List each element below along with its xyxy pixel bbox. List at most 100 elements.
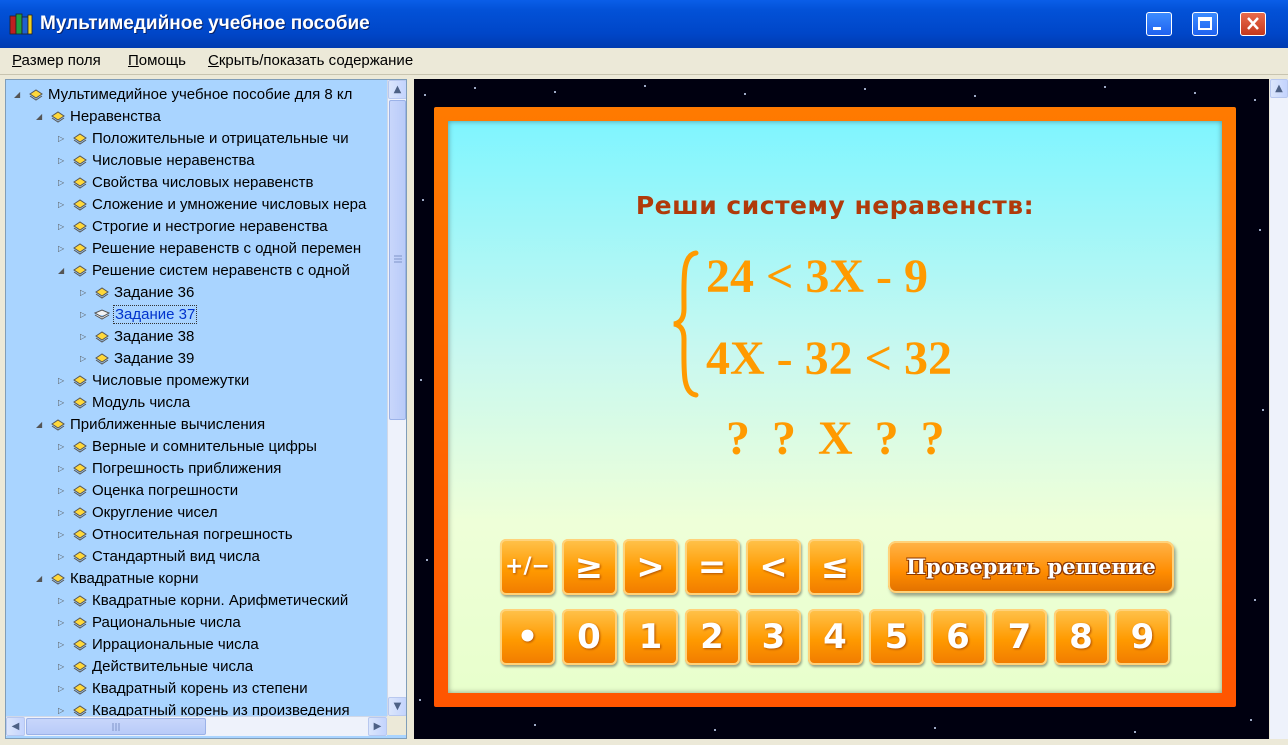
collapse-arrow-icon[interactable]: ◢ [14, 90, 23, 99]
book-icon [73, 529, 87, 541]
expand-arrow-icon[interactable]: ▷ [58, 618, 67, 627]
expand-arrow-icon[interactable]: ▷ [58, 706, 67, 715]
book-icon [73, 507, 87, 519]
digit-key-4[interactable]: 4 [807, 609, 863, 665]
menu-field-size[interactable]: Размер поля [12, 52, 101, 69]
collapse-arrow-icon[interactable]: ◢ [36, 112, 45, 121]
tree-item-label: Решение систем неравенств с одной [92, 262, 350, 279]
window-title: Мультимедийное учебное пособие [40, 13, 370, 34]
digit-key-7[interactable]: 7 [992, 609, 1047, 665]
star-decoration [554, 91, 556, 93]
expand-arrow-icon[interactable]: ▷ [58, 640, 67, 649]
less-or-equal-key[interactable]: ≤ [807, 539, 863, 595]
stage-vertical-scrollbar[interactable]: ▲ [1270, 79, 1288, 739]
task-prompt: Реши систему неравенств: [635, 191, 1035, 220]
expand-arrow-icon[interactable]: ▷ [58, 222, 67, 231]
book-icon [73, 595, 87, 607]
star-decoration [864, 88, 866, 90]
expand-arrow-icon[interactable]: ▷ [58, 200, 67, 209]
scroll-down-button[interactable]: ▼ [388, 697, 406, 716]
star-decoration [934, 727, 936, 729]
scroll-left-button[interactable]: ◀ [6, 717, 25, 736]
arrow-up-icon: ▲ [1275, 83, 1283, 94]
expand-arrow-icon[interactable]: ▷ [58, 244, 67, 253]
digit-key-9[interactable]: 9 [1115, 609, 1170, 665]
equals-key[interactable]: = [684, 539, 740, 595]
check-solution-button[interactable]: Проверить решение [888, 541, 1174, 593]
tree-item-label: Числовые неравенства [92, 152, 255, 169]
expand-arrow-icon[interactable]: ▷ [58, 178, 67, 187]
decimal-point-key[interactable]: • [500, 609, 555, 665]
close-button[interactable] [1240, 12, 1266, 36]
tree-item-label: Решение неравенств с одной перемен [92, 240, 362, 257]
star-decoration [1194, 92, 1196, 94]
expand-arrow-icon[interactable]: ▷ [80, 354, 89, 363]
minimize-button[interactable] [1146, 12, 1172, 36]
star-decoration [974, 95, 976, 97]
expand-arrow-icon[interactable]: ▷ [58, 684, 67, 693]
expand-arrow-icon[interactable]: ▷ [80, 310, 89, 319]
arrow-down-icon: ▼ [393, 701, 402, 712]
expand-arrow-icon[interactable]: ▷ [58, 376, 67, 385]
plus-minus-key[interactable]: +/− [500, 539, 555, 595]
book-icon [29, 89, 43, 101]
book-icon [73, 155, 87, 167]
collapse-arrow-icon[interactable]: ◢ [58, 266, 67, 275]
digit-key-0[interactable]: 0 [561, 609, 617, 665]
book-icon [73, 397, 87, 409]
expand-arrow-icon[interactable]: ▷ [58, 398, 67, 407]
tree-item-label: Стандартный вид числа [92, 548, 260, 565]
digit-key-5[interactable]: 5 [869, 609, 924, 665]
expand-arrow-icon[interactable]: ▷ [58, 508, 67, 517]
star-decoration [1259, 229, 1261, 231]
expand-arrow-icon[interactable]: ▷ [58, 552, 67, 561]
vertical-scroll-thumb[interactable] [389, 100, 406, 420]
digit-key-3[interactable]: 3 [746, 609, 801, 665]
stage-scroll-up-button[interactable]: ▲ [1270, 79, 1288, 98]
digit-key-1[interactable]: 1 [623, 609, 678, 665]
star-decoration [419, 699, 421, 701]
book-icon [73, 265, 87, 277]
expand-arrow-icon[interactable]: ▷ [58, 442, 67, 451]
scroll-right-button[interactable]: ▶ [368, 717, 387, 736]
arrow-up-icon: ▲ [393, 84, 402, 95]
less-than-key[interactable]: < [746, 539, 801, 595]
tree-item-label: Квадратные корни [70, 570, 199, 587]
tree-item-label: Квадратные корни. Арифметический [92, 592, 349, 609]
expand-arrow-icon[interactable]: ▷ [58, 464, 67, 473]
scroll-up-button[interactable]: ▲ [388, 80, 406, 99]
digit-key-6[interactable]: 6 [930, 609, 986, 665]
book-icon [73, 133, 87, 145]
horizontal-scroll-thumb[interactable] [26, 718, 206, 735]
title-bar[interactable]: Мультимедийное учебное пособие [0, 0, 1288, 48]
expand-arrow-icon[interactable]: ▷ [58, 134, 67, 143]
collapse-arrow-icon[interactable]: ◢ [36, 574, 45, 583]
expand-arrow-icon[interactable]: ▷ [58, 662, 67, 671]
expand-arrow-icon[interactable]: ▷ [58, 156, 67, 165]
star-decoration [1250, 719, 1252, 721]
digit-key-8[interactable]: 8 [1053, 609, 1109, 665]
tree-horizontal-scrollbar[interactable]: ◀ ▶ [6, 716, 387, 736]
star-decoration [744, 93, 746, 95]
greater-or-equal-key[interactable]: ≥ [561, 539, 617, 595]
menu-help[interactable]: Помощь [128, 52, 186, 69]
tree-vertical-scrollbar[interactable]: ▲ ▼ [387, 80, 406, 716]
expand-arrow-icon[interactable]: ▷ [58, 486, 67, 495]
expand-arrow-icon[interactable]: ▷ [58, 530, 67, 539]
tree-item-label: Оценка погрешности [92, 482, 239, 499]
menu-toggle-contents[interactable]: Скрыть/показать содержание [208, 52, 413, 69]
star-decoration [1254, 99, 1256, 101]
expand-arrow-icon[interactable]: ▷ [80, 332, 89, 341]
greater-than-key[interactable]: > [623, 539, 678, 595]
digit-key-2[interactable]: 2 [684, 609, 740, 665]
book-icon [73, 177, 87, 189]
maximize-button[interactable] [1192, 12, 1218, 36]
book-icon [51, 419, 65, 431]
expand-arrow-icon[interactable]: ▷ [80, 288, 89, 297]
book-icon [73, 617, 87, 629]
expand-arrow-icon[interactable]: ▷ [58, 596, 67, 605]
collapse-arrow-icon[interactable]: ◢ [36, 420, 45, 429]
book-icon [73, 639, 87, 651]
star-decoration [1104, 86, 1106, 88]
contents-tree[interactable]: ◢ Мультимедийное учебное пособие для 8 кл… [5, 79, 407, 739]
